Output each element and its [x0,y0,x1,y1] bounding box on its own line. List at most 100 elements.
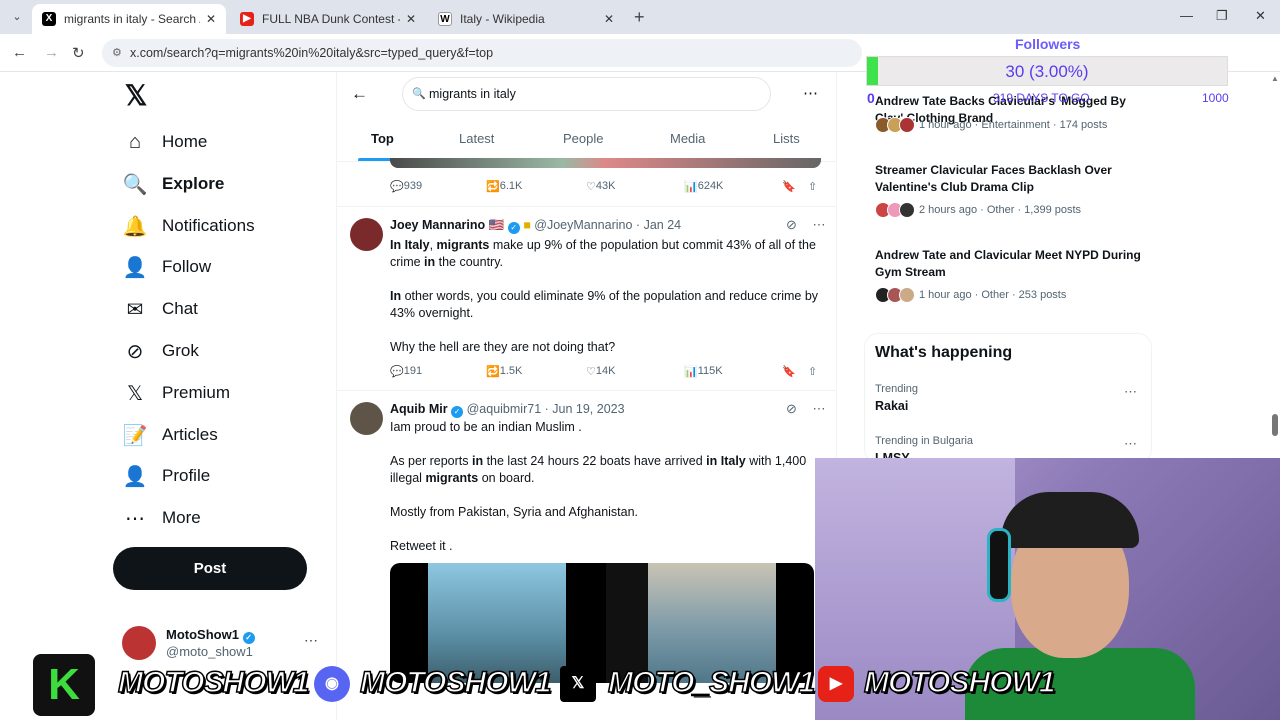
whats-happening-title: What's happening [875,344,1013,361]
trend-title[interactable]: Streamer Clavicular Faces Backlash Over … [875,162,1145,196]
grok-icon[interactable]: ⊘ [786,401,797,416]
x-logo-icon[interactable]: 𝕏 [122,82,150,110]
nav-item-explore[interactable]: 🔍 Explore [122,167,225,201]
close-window-icon[interactable]: ✕ [1255,8,1266,24]
search-input[interactable]: 🔍 migrants in italy [402,77,771,111]
retweet-button[interactable]: 🔁 6.1K [486,180,522,193]
divider [337,206,836,207]
x-favicon-icon: X [42,12,56,26]
author-handle[interactable]: @JoeyMannarino [534,218,632,232]
tweet-date[interactable]: Jan 24 [644,218,682,232]
tab-title: Italy - Wikipedia [460,12,545,26]
forward-icon[interactable]: → [44,44,59,61]
account-more-icon[interactable]: ⋯ [304,632,318,649]
followers-start: 0 [867,90,875,106]
paragraph: In Italy, migrants make up 9% of the pop… [390,238,816,269]
author-handle[interactable]: @aquibmir71 [467,402,542,416]
tab-search-icon[interactable]: ⌄ [8,8,26,26]
home-icon: ⌂ [128,130,142,153]
reply-button[interactable]: 💬 939 [390,180,422,193]
views-button[interactable]: 📊 115K [684,365,723,378]
trend-name[interactable]: Rakai [875,399,908,413]
nav-item-label: Chat [162,299,198,318]
scrollbar[interactable]: ▲ [1270,72,1280,462]
paragraph: As per reports in the last 24 hours 22 b… [390,454,807,485]
post-button[interactable]: Post [113,547,307,590]
tweet-media-bottom[interactable] [390,158,821,168]
reply-button[interactable]: 💬 191 [390,365,422,378]
webcam-person-cap [1001,492,1139,548]
bookmark-icon[interactable]: 🔖 [782,180,796,193]
browser-tab-wikipedia[interactable]: W Italy - Wikipedia ✕ [428,4,624,34]
grok-icon: ⊘ [126,340,144,363]
trend-more-icon[interactable]: ⋯ [1124,436,1137,452]
search-icon: 🔍 [122,173,148,196]
tab-media[interactable]: Media [670,131,705,146]
close-tab-icon[interactable]: ✕ [206,12,216,26]
nav-item-more[interactable]: ⋯ More [122,501,201,535]
social-banner: K MOTOSHOW1 ◉ MOTOSHOW1 𝕏 MOTO_SHOW1 ▶ M… [0,652,1080,720]
close-tab-icon[interactable]: ✕ [604,12,614,26]
nav-item-notifications[interactable]: 🔔 Notifications [122,209,255,243]
banner-handle: MOTO_SHOW1 [607,665,816,700]
restore-icon[interactable]: ❐ [1216,8,1228,24]
tab-latest[interactable]: Latest [459,131,494,146]
browser-tab-youtube[interactable]: ▶ FULL NBA Dunk Contest - All St ✕ [230,4,426,34]
wikipedia-favicon-icon: W [438,12,452,26]
browser-tab-x[interactable]: X migrants in italy - Search / X ✕ [32,4,226,34]
scrollbar-thumb[interactable] [1272,414,1278,436]
tweet-more-icon[interactable]: ⋯ [813,217,826,232]
search-more-icon[interactable]: ⋯ [803,84,818,102]
avatar[interactable] [350,218,383,251]
nav-item-profile[interactable]: 👤 Profile [122,459,211,493]
tweet-text: Iam proud to be an indian Muslim . As pe… [390,419,820,555]
like-button[interactable]: ♡ 43K [586,180,615,193]
tweet-header: Joey Mannarino 🇺🇸 ✓ ■ @JoeyMannarino · J… [390,218,682,234]
author-name[interactable]: Aquib Mir [390,402,448,416]
site-info-icon[interactable]: ⚙ [112,39,122,67]
tweet-more-icon[interactable]: ⋯ [813,401,826,416]
bookmark-icon[interactable]: 🔖 [782,365,796,378]
trend-more-icon[interactable]: ⋯ [1124,384,1137,400]
retweet-button[interactable]: 🔁 1.5K [486,365,522,378]
banner-handle: MOTOSHOW1 [117,665,310,700]
author-name[interactable]: Joey Mannarino [390,218,485,232]
bell-icon: 🔔 [122,215,148,238]
new-tab-icon[interactable]: + [634,7,645,28]
url-field[interactable]: ⚙ x.com/search?q=migrants%20in%20italy&s… [102,39,862,67]
grok-icon[interactable]: ⊘ [786,217,797,232]
share-icon[interactable]: ⇧ [808,365,817,378]
nav-item-grok[interactable]: ⊘ Grok [122,334,199,368]
nav-item-home[interactable]: ⌂ Home [122,125,207,159]
nav-item-premium[interactable]: 𝕏 Premium [122,376,230,410]
views-button[interactable]: 📊 624K [684,180,723,193]
like-button[interactable]: ♡ 14K [586,365,615,378]
nav-item-label: Follow [162,257,212,276]
trend-title[interactable]: Andrew Tate and Clavicular Meet NYPD Dur… [875,247,1145,281]
tab-people[interactable]: People [563,131,603,146]
trend-name[interactable]: LMSY [875,451,910,458]
paragraph: Retweet it . [390,539,453,553]
verified-badge-icon: ✓ [507,222,520,234]
share-icon[interactable]: ⇧ [808,180,817,193]
tweet-actions: 💬 939 🔁 6.1K ♡ 43K 📊 624K 🔖 ⇧ [390,180,822,198]
badge-icon: ■ [523,218,531,232]
tweet-date[interactable]: Jun 19, 2023 [552,402,624,416]
reload-icon[interactable]: ↻ [72,44,85,62]
paragraph: Iam proud to be an indian Muslim . [390,420,582,434]
nav-item-articles[interactable]: 📝 Articles [122,418,218,452]
avatar-stack [875,117,915,133]
nav-item-follow[interactable]: 👤 Follow [122,250,212,284]
profile-icon: 👤 [122,465,148,488]
close-tab-icon[interactable]: ✕ [406,12,416,26]
back-icon[interactable]: ← [12,44,27,61]
minimize-icon[interactable]: — [1180,8,1193,23]
avatar[interactable] [350,402,383,435]
url-text: x.com/search?q=migrants%20in%20italy&src… [130,46,494,60]
nav-item-chat[interactable]: ✉ Chat [122,292,198,326]
tab-top[interactable]: Top [371,131,394,146]
scroll-up-icon[interactable]: ▲ [1271,74,1279,83]
tab-lists[interactable]: Lists [773,131,800,146]
tweet-actions: 💬 191 🔁 1.5K ♡ 14K 📊 115K 🔖 ⇧ [390,365,822,383]
back-arrow-icon[interactable]: ← [351,84,368,104]
